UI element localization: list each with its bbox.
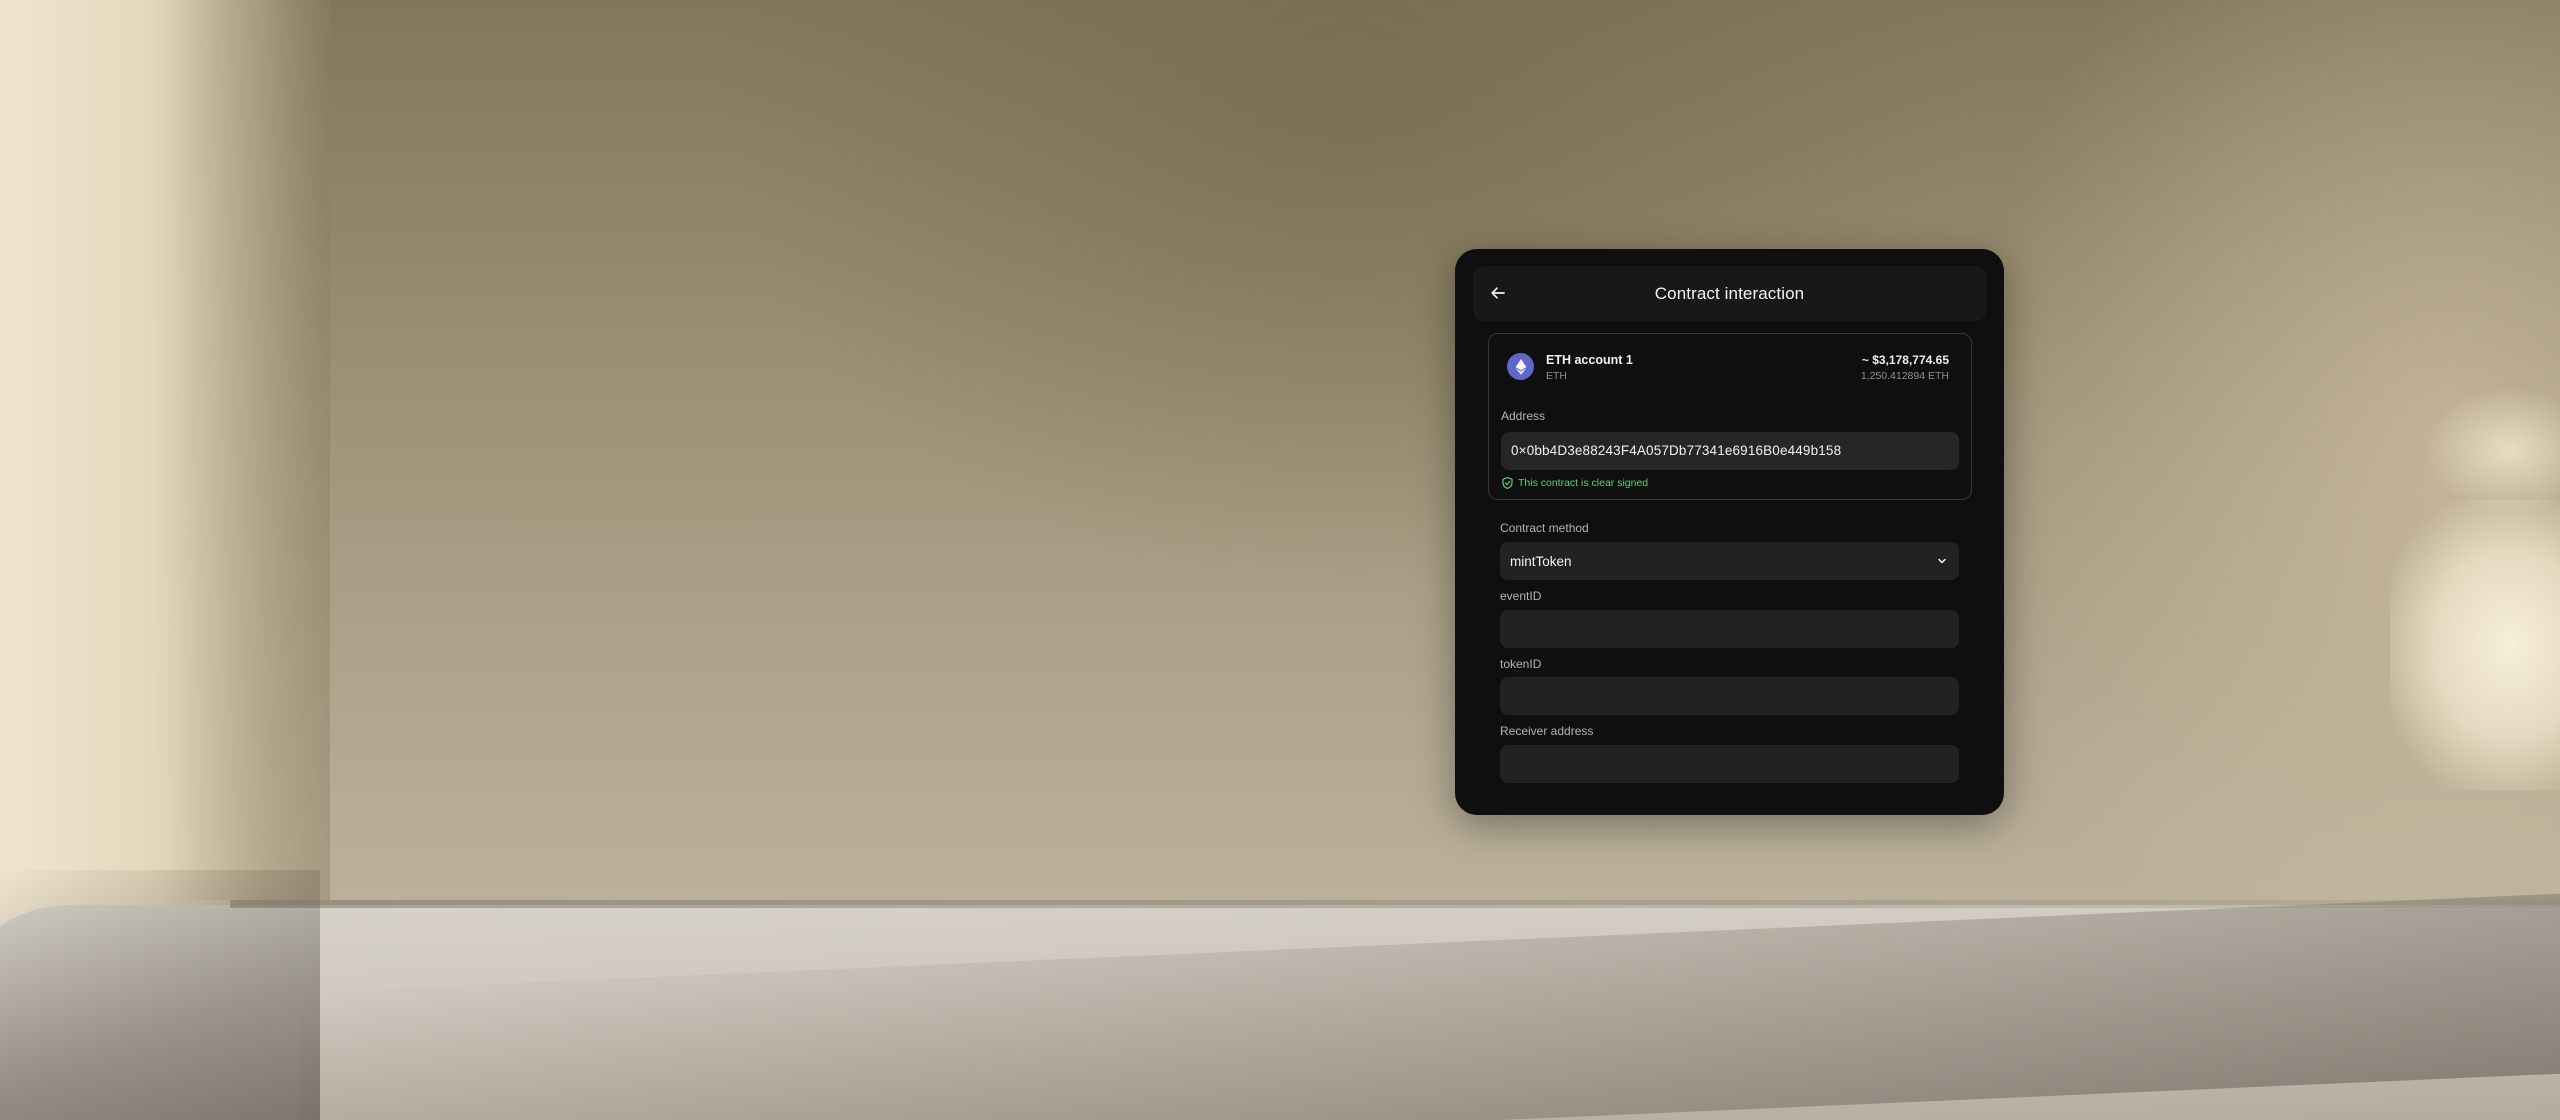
page-title: Contract interaction: [1654, 284, 1805, 303]
contract-method-select[interactable]: mintToken: [1500, 542, 1959, 580]
account-eth-balance: 1,250.412894 ETH: [1860, 370, 1949, 382]
clear-signed-notice: This contract is clear signed: [1502, 477, 1648, 489]
address-field[interactable]: 0×0bb4D3e88243F4A057Db77341e6916B0e449b1…: [1501, 432, 1959, 470]
account-card: ETH account 1 ETH ~ $3,178,774.65 1,250.…: [1488, 333, 1972, 500]
contract-method-label: Contract method: [1500, 521, 1589, 535]
background-sunlight-top: [2430, 390, 2560, 510]
background-photo: [0, 0, 2560, 1120]
chevron-down-icon: [1938, 558, 1946, 564]
account-name: ETH account 1: [1546, 353, 1633, 367]
token-id-input[interactable]: [1500, 677, 1959, 715]
ethereum-icon: [1507, 353, 1534, 380]
modal-header: Contract interaction: [1473, 266, 1986, 321]
contract-interaction-modal: Contract interaction ETH account 1 ETH ~…: [1455, 249, 2004, 815]
token-id-label: tokenID: [1500, 657, 1542, 671]
background-left-shadow: [0, 870, 320, 1120]
account-ticker: ETH: [1546, 370, 1567, 382]
background-window-shade: [170, 0, 330, 900]
receiver-address-label: Receiver address: [1500, 724, 1594, 738]
receiver-address-input[interactable]: [1500, 745, 1959, 783]
background-table-edge: [230, 900, 2560, 908]
address-label: Address: [1501, 409, 1546, 423]
shield-check-icon: [1502, 477, 1513, 489]
contract-method-value: mintToken: [1510, 554, 1572, 569]
background-sunlight-patch: [2390, 500, 2560, 790]
event-id-label: eventID: [1500, 589, 1542, 603]
event-id-input[interactable]: [1500, 610, 1959, 648]
clear-signed-text: This contract is clear signed: [1518, 477, 1649, 489]
account-usd-value: ~ $3,178,774.65: [1861, 353, 1949, 367]
